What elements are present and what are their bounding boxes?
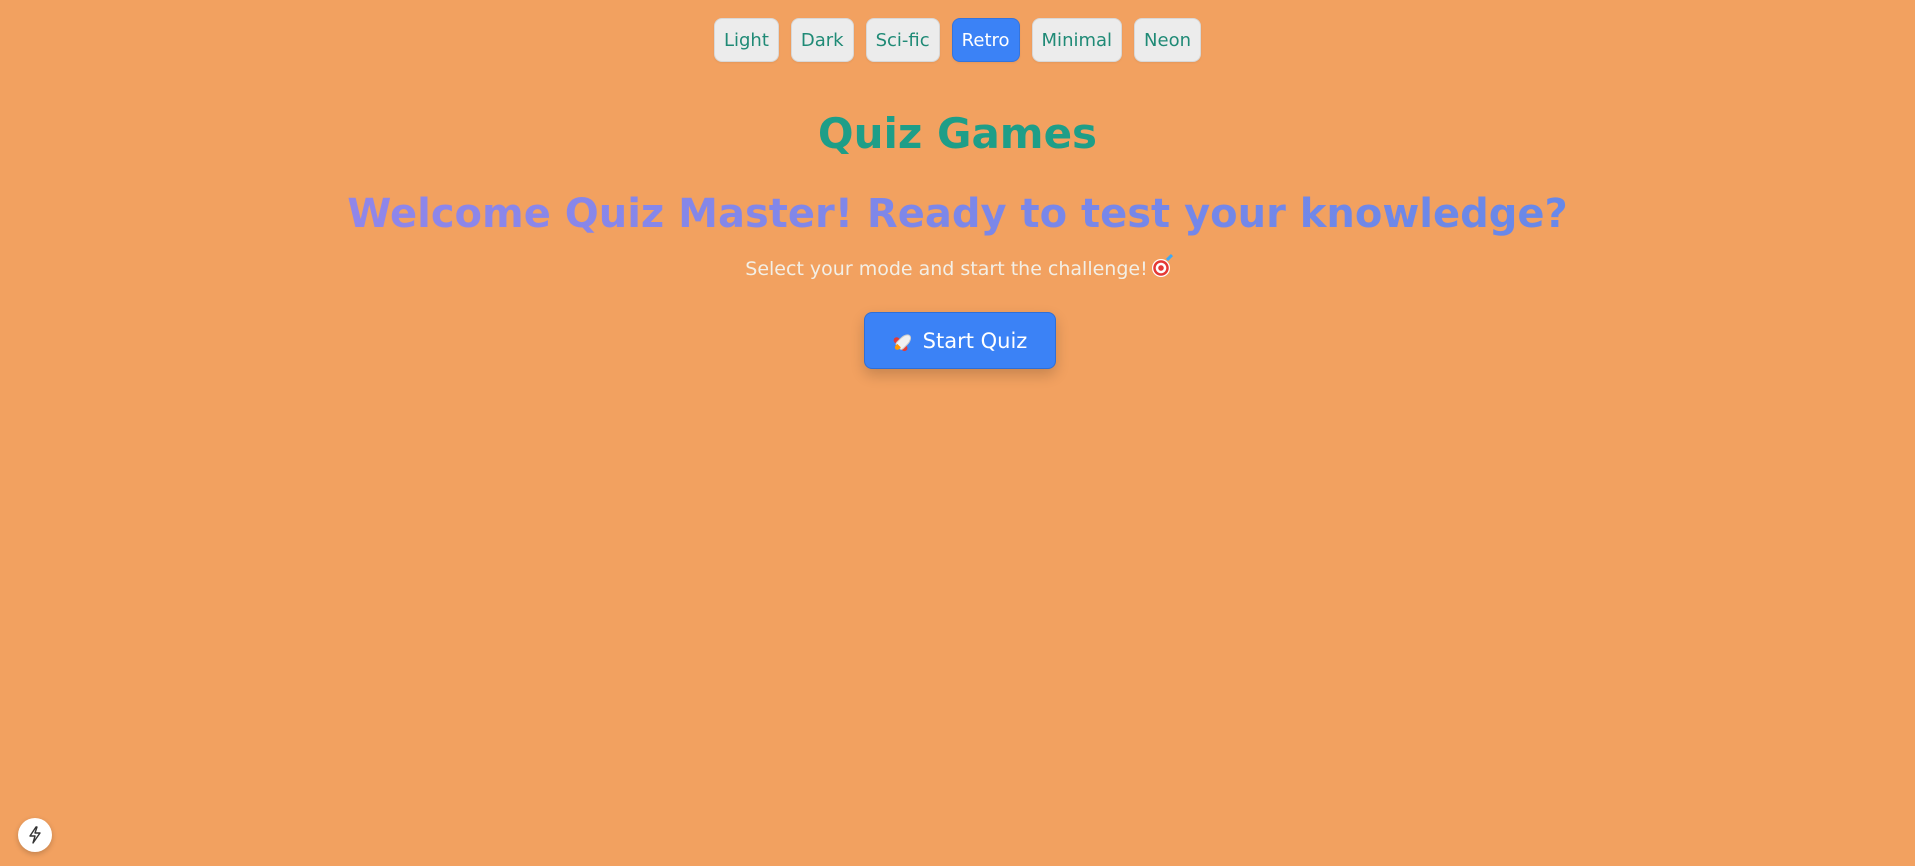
theme-button-neon[interactable]: Neon — [1134, 18, 1202, 62]
theme-button-retro[interactable]: Retro — [951, 18, 1020, 62]
page-title: Quiz Games — [817, 109, 1098, 158]
start-quiz-button[interactable]: Start Quiz — [864, 312, 1056, 369]
subtitle-text: Select your mode and start the challenge… — [745, 258, 1148, 280]
lightning-button[interactable] — [18, 818, 52, 852]
welcome-heading: Welcome Quiz Master! Ready to test your … — [0, 184, 1915, 244]
theme-selector: Light Dark Sci-fic Retro Minimal Neon — [0, 18, 1915, 62]
subtitle: Select your mode and start the challenge… — [0, 254, 1915, 284]
theme-button-minimal[interactable]: Minimal — [1031, 18, 1123, 62]
theme-button-sci-fic[interactable]: Sci-fic — [865, 18, 940, 62]
theme-button-dark[interactable]: Dark — [790, 18, 854, 62]
theme-button-light[interactable]: Light — [713, 18, 779, 62]
rocket-icon — [889, 326, 917, 354]
lightning-icon — [29, 826, 41, 844]
target-icon — [1151, 259, 1170, 277]
start-quiz-label: Start Quiz — [922, 328, 1028, 353]
